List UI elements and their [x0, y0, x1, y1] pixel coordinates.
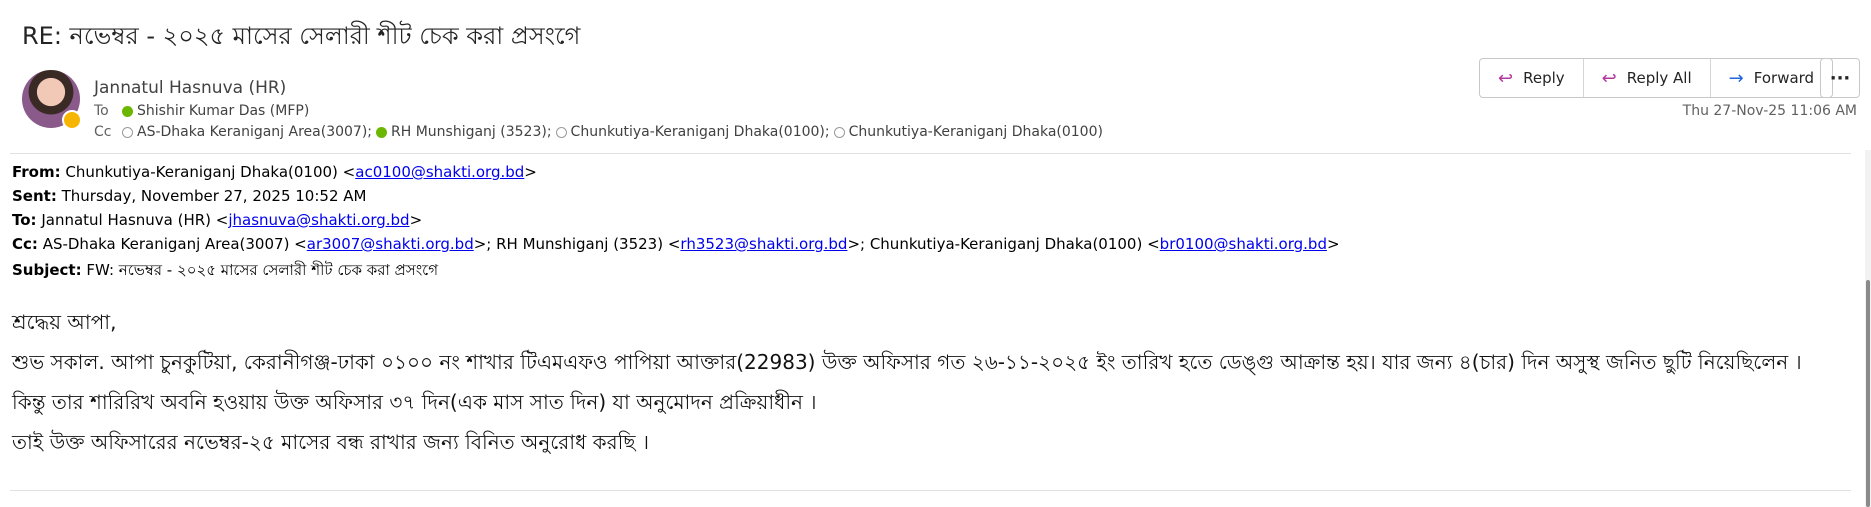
fwd-to-close: >	[409, 211, 423, 229]
cc-label: Cc	[94, 124, 112, 140]
message-actions: ↩ Reply ↩ Reply All → Forward	[1479, 58, 1834, 98]
received-date: Thu 27-Nov-25 11:06 AM	[1682, 103, 1857, 119]
body-greeting: শ্রদ্ধেয় আপা,	[12, 310, 117, 334]
presence-offline-icon	[555, 126, 567, 138]
forward-label: Forward	[1753, 69, 1815, 87]
fwd-cc-name: >; Chunkutiya-Keraniganj Dhaka(0100) <	[847, 235, 1160, 253]
fwd-to-name: Jannatul Hasnuva (HR) <	[41, 211, 229, 229]
to-label: To	[94, 103, 109, 119]
cc-recipient[interactable]: Chunkutiya-Keraniganj Dhaka(0100)	[849, 124, 1103, 140]
quoted-divider	[10, 490, 1851, 491]
sender-avatar[interactable]	[22, 70, 82, 130]
sender-name[interactable]: Jannatul Hasnuva (HR)	[94, 78, 286, 98]
more-actions-button[interactable]: ···	[1820, 58, 1860, 98]
presence-away-icon	[62, 110, 82, 130]
presence-available-icon	[122, 105, 133, 117]
fwd-from-line: From: Chunkutiya-Keraniganj Dhaka(0100) …	[12, 163, 537, 181]
reply-all-label: Reply All	[1626, 69, 1692, 87]
fwd-cc-line: Cc: AS-Dhaka Keraniganj Area(3007) <ar30…	[12, 235, 1340, 253]
fwd-from-name: Chunkutiya-Keraniganj Dhaka(0100) <	[65, 163, 356, 181]
fwd-cc-email-link[interactable]: ar3007@shakti.org.bd	[307, 235, 474, 253]
fwd-subject-value: FW: নভেম্বর - ২০২৫ মাসের সেলারী শীট চেক …	[86, 261, 439, 279]
fwd-to-email-link[interactable]: jhasnuva@shakti.org.bd	[228, 211, 409, 229]
fwd-from-label: From:	[12, 163, 61, 181]
fwd-cc-email-link[interactable]: br0100@shakti.org.bd	[1160, 235, 1327, 253]
fwd-cc-name: >; RH Munshiganj (3523) <	[473, 235, 681, 253]
fwd-to-label: To:	[12, 211, 37, 229]
header-divider	[10, 153, 1851, 154]
fwd-sent-value: Thursday, November 27, 2025 10:52 AM	[61, 187, 367, 205]
to-recipient[interactable]: Shishir Kumar Das (MFP)	[137, 103, 309, 119]
reply-all-button[interactable]: ↩ Reply All	[1584, 59, 1711, 97]
email-subject: RE: নভেম্বর - ২০২৫ মাসের সেলারী শীট চেক …	[22, 22, 581, 50]
forward-arrow-icon: →	[1728, 67, 1744, 89]
cc-recipient[interactable]: Chunkutiya-Keraniganj Dhaka(0100);	[571, 124, 830, 140]
fwd-subject-label: Subject:	[12, 261, 82, 279]
fwd-subject-line: Subject: FW: নভেম্বর - ২০২৫ মাসের সেলারী…	[12, 259, 438, 284]
fwd-from-email-link[interactable]: ac0100@shakti.org.bd	[355, 163, 524, 181]
fwd-sent-label: Sent:	[12, 187, 57, 205]
to-row: To Shishir Kumar Das (MFP)	[94, 103, 313, 119]
fwd-cc-label: Cc:	[12, 235, 38, 253]
reply-all-arrow-icon: ↩	[1601, 67, 1617, 89]
cc-recipient[interactable]: RH Munshiganj (3523);	[391, 124, 552, 140]
reply-arrow-icon: ↩	[1498, 67, 1514, 89]
fwd-sent-line: Sent: Thursday, November 27, 2025 10:52 …	[12, 187, 366, 205]
fwd-from-close: >	[524, 163, 537, 181]
scrollbar-thumb[interactable]	[1866, 280, 1870, 507]
vertical-scrollbar[interactable]	[1865, 150, 1871, 507]
presence-offline-icon	[122, 126, 133, 138]
reply-label: Reply	[1523, 69, 1565, 87]
body-paragraph: শুভ সকাল. আপা চুনকুটিয়া, কেরানীগঞ্জ-ঢাক…	[12, 350, 1802, 374]
fwd-cc-email-link[interactable]: rh3523@shakti.org.bd	[680, 235, 847, 253]
cc-row: Cc AS-Dhaka Keraniganj Area(3007); RH Mu…	[94, 124, 1107, 140]
presence-available-icon	[376, 126, 387, 138]
body-paragraph: কিন্তু তার শারিরিখ অবনি হওয়ায় উক্ত অফি…	[12, 390, 817, 414]
fwd-cc-close: >	[1326, 235, 1340, 253]
cc-recipient[interactable]: AS-Dhaka Keraniganj Area(3007);	[137, 124, 372, 140]
presence-offline-icon	[833, 126, 845, 138]
reply-button[interactable]: ↩ Reply	[1480, 59, 1584, 97]
fwd-to-line: To: Jannatul Hasnuva (HR) <jhasnuva@shak…	[12, 211, 422, 229]
fwd-cc-name: AS-Dhaka Keraniganj Area(3007) <	[42, 235, 307, 253]
forward-button[interactable]: → Forward	[1711, 59, 1832, 97]
body-paragraph: তাই উক্ত অফিসারের নভেম্বর-২৫ মাসের বন্ধ …	[12, 430, 650, 454]
